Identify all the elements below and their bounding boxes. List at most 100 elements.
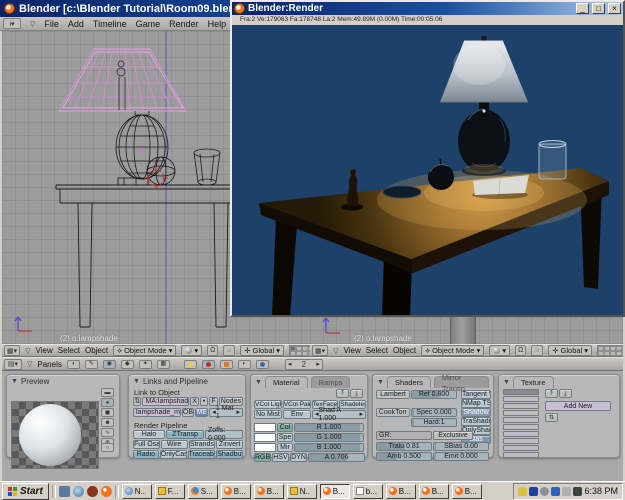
panel-collapse-icon[interactable]: ▼ (377, 379, 384, 386)
halo-toggle[interactable]: Halo (133, 430, 165, 439)
world-icon[interactable] (256, 360, 269, 369)
paste-texture-icon[interactable]: ⤓ (559, 389, 572, 398)
preview-options-button[interactable]: ○ (101, 443, 114, 452)
menu-game[interactable]: Game (136, 19, 161, 29)
color-swatch-specular[interactable] (254, 433, 276, 442)
editing-icon[interactable]: ✦ (139, 360, 152, 369)
texture-slot[interactable] (503, 389, 539, 395)
material-buttons-icon[interactable] (202, 360, 215, 369)
task-button[interactable]: B... (419, 484, 449, 499)
gr-field[interactable]: GR: (376, 431, 432, 440)
camera-icon[interactable] (573, 487, 582, 496)
object-icon[interactable]: ◆ (121, 360, 134, 369)
copy-material-icon[interactable]: ⤒ (336, 389, 349, 398)
rgb-button[interactable]: RGB (254, 453, 271, 462)
texture-slot[interactable] (503, 417, 539, 423)
slider-emit[interactable]: Emit 0.000 (433, 452, 489, 461)
scene-icon[interactable]: ▦ (157, 360, 170, 369)
task-button[interactable]: B... (386, 484, 416, 499)
task-button[interactable]: B... (254, 484, 284, 499)
panel-collapse-icon[interactable]: ▼ (255, 379, 262, 386)
slider-spec[interactable]: Spec 0.000 (411, 408, 457, 417)
shading-icon[interactable]: ◉ (103, 360, 116, 369)
collapse-triangle-icon[interactable]: ▽ (30, 20, 35, 28)
keyboard-layout-icon[interactable] (529, 487, 538, 496)
panel-collapse-icon[interactable]: ▼ (503, 379, 510, 386)
proportional-edit-icon[interactable]: ⁙ (223, 345, 235, 356)
panel-collapse-icon[interactable]: ▼ (133, 378, 140, 385)
env-toggle[interactable]: Env (283, 410, 311, 419)
preview-monkey-icon[interactable]: ☻ (101, 418, 114, 427)
menu-view[interactable]: View (344, 346, 361, 355)
menu-timeline[interactable]: Timeline (93, 19, 127, 29)
collapse-triangle-icon[interactable]: ▽ (333, 347, 338, 355)
panels-menu[interactable]: Panels (37, 360, 61, 369)
shad-a-field[interactable]: ◂ Shad A 1.000 ▸ (312, 410, 366, 419)
tab-shaders[interactable]: Shaders (387, 376, 431, 388)
draw-type-dropdown[interactable]: ▾ (181, 345, 202, 356)
material-slot-field[interactable]: ◂ 1 Mat 1 ▸ (209, 408, 243, 417)
unlink-button[interactable]: X (190, 397, 198, 406)
zoffs-field[interactable]: Zoffs: 0.000 (205, 430, 243, 439)
color-swatch-diffuse[interactable] (254, 423, 276, 432)
orientation-dropdown[interactable]: ✛ Global ▾ (548, 345, 592, 356)
frame-prev-icon[interactable]: ◂ (288, 360, 292, 368)
menu-select[interactable]: Select (58, 346, 80, 355)
add-new-button[interactable]: Add New (545, 401, 611, 411)
preview-hair-icon[interactable]: ∿ (101, 428, 114, 437)
material-id-field[interactable]: MA:lampshade.mat (142, 397, 189, 406)
task-button-active[interactable]: B... (320, 484, 350, 499)
color-swatch-mirror[interactable] (254, 443, 276, 452)
exclusive-button[interactable]: Exclusive (433, 431, 473, 440)
slider-tralu[interactable]: Tralu 0.81 (376, 442, 432, 451)
no-mist-toggle[interactable]: No Mist (254, 410, 282, 419)
task-button[interactable]: B... (452, 484, 482, 499)
shadow-toggle[interactable]: Shadow (461, 408, 491, 417)
radiosity-icon[interactable]: ◐ (238, 360, 251, 369)
radio-toggle[interactable]: Radio (133, 450, 159, 459)
lamp-buttons-icon[interactable] (184, 360, 197, 369)
task-button[interactable]: B... (221, 484, 251, 499)
texture-slot[interactable] (503, 445, 539, 451)
start-button[interactable]: Start (2, 483, 49, 500)
script-icon[interactable]: ✎ (85, 360, 98, 369)
frame-next-icon[interactable]: ▸ (316, 360, 320, 368)
menu-file[interactable]: File (44, 19, 59, 29)
orientation-dropdown[interactable]: ✛ Global ▾ (240, 345, 284, 356)
draw-type-dropdown[interactable]: ▾ (489, 345, 510, 356)
task-button[interactable]: F... (155, 484, 185, 499)
me-button[interactable]: ME (195, 408, 208, 417)
browse-material-button[interactable]: ⇅ (133, 397, 141, 406)
editor-type-icon[interactable]: ▤▾ (4, 359, 22, 370)
zinvert-toggle[interactable]: Zinvert (216, 440, 243, 449)
slider-amb[interactable]: Amb 0.500 (376, 452, 432, 461)
volume-icon[interactable] (518, 487, 527, 496)
texture-slot[interactable] (503, 403, 539, 409)
preview-cube-icon[interactable]: ◼ (101, 408, 114, 417)
slider-sbias[interactable]: SBias 0.00 (433, 442, 489, 451)
tab-texture[interactable]: Texture (513, 376, 554, 388)
editor-type-icon[interactable]: ▦▾ (312, 345, 328, 356)
menu-help[interactable]: Help (208, 19, 227, 29)
editor-type-icon[interactable]: i▾ (3, 18, 21, 29)
close-button[interactable]: × (608, 3, 621, 14)
slot-next-icon[interactable]: ▸ (236, 409, 240, 417)
wire-toggle[interactable]: Wire (161, 440, 188, 449)
quicklaunch-media-icon[interactable] (87, 486, 98, 497)
mode-dropdown[interactable]: ⟡ Object Mode ▾ (421, 345, 484, 356)
spe-button[interactable]: Spe (277, 433, 293, 442)
mode-dropdown[interactable]: ⟡ Object Mode ▾ (113, 345, 176, 356)
nmap-ts-toggle[interactable]: NMap TS (461, 399, 491, 408)
slider-hard[interactable]: Hard:1 (411, 418, 457, 427)
collapse-triangle-icon[interactable]: ▽ (27, 360, 32, 368)
quicklaunch-blender-icon[interactable] (101, 486, 112, 497)
ob-button[interactable]: OB (182, 408, 195, 417)
frame-spinner[interactable]: ◂ 2 ▸ (285, 359, 323, 370)
task-button[interactable]: b... (353, 484, 383, 499)
diffuse-shader-dropdown[interactable]: Lambert (376, 390, 410, 399)
trashado-toggle[interactable]: TraShado (461, 417, 491, 426)
spec-shader-dropdown[interactable]: CookTorr (376, 408, 410, 417)
menu-object[interactable]: Object (85, 346, 108, 355)
clock[interactable]: 6:38 PM (584, 486, 618, 496)
layer-buttons-1[interactable] (597, 345, 623, 357)
